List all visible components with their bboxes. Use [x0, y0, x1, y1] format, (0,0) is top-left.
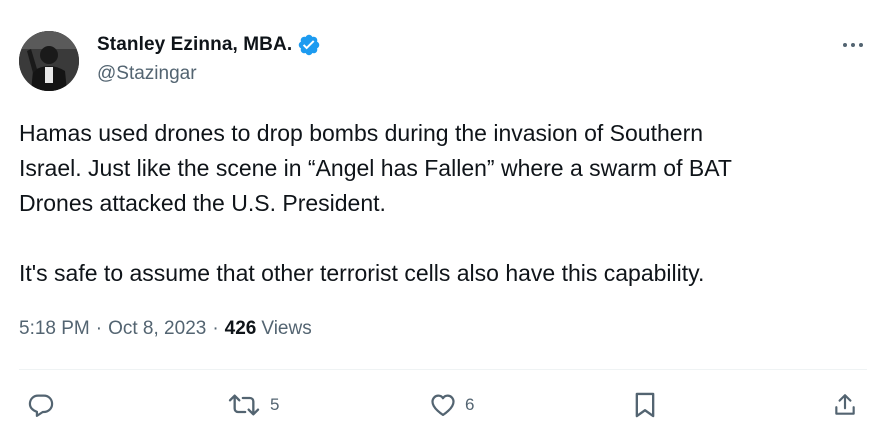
- retweet-count: 5: [270, 395, 280, 414]
- avatar-image: [19, 31, 79, 91]
- meta-separator: ·: [212, 318, 219, 339]
- retweet-icon: [228, 394, 260, 416]
- author-name[interactable]: Stanley Ezinna, MBA.: [97, 34, 292, 56]
- more-options-icon[interactable]: [838, 33, 868, 57]
- like-icon: [431, 394, 455, 417]
- share-icon: [835, 394, 855, 415]
- bookmark-icon: [635, 392, 655, 418]
- verified-badge-icon[interactable]: [297, 33, 321, 57]
- like-count: 6: [465, 395, 475, 414]
- author-handle[interactable]: @Stazingar: [97, 63, 197, 85]
- tweet-time[interactable]: 5:18 PM: [19, 318, 90, 340]
- avatar[interactable]: [19, 31, 79, 91]
- divider: [19, 369, 867, 370]
- meta-separator: ·: [95, 318, 103, 339]
- tweet-paragraph-2: It's safe to assume that other terrorist…: [19, 260, 705, 286]
- like-button[interactable]: 6: [429, 391, 474, 419]
- tweet-date[interactable]: Oct 8, 2023: [108, 318, 206, 340]
- views-count: 426: [224, 318, 257, 339]
- tweet-paragraph-1: Hamas used drones to drop bombs during t…: [19, 120, 732, 216]
- share-button[interactable]: [832, 391, 858, 419]
- views-label: Views: [261, 318, 312, 339]
- tweet-meta: 5:18 PM · Oct 8, 2023 · 426 Views: [19, 318, 312, 340]
- bookmark-button[interactable]: [633, 391, 657, 419]
- retweet-button[interactable]: 5: [226, 391, 279, 419]
- reply-icon: [28, 394, 54, 417]
- reply-button[interactable]: [27, 391, 63, 419]
- tweet-text: Hamas used drones to drop bombs during t…: [19, 116, 859, 291]
- author-name-row: Stanley Ezinna, MBA.: [97, 33, 321, 57]
